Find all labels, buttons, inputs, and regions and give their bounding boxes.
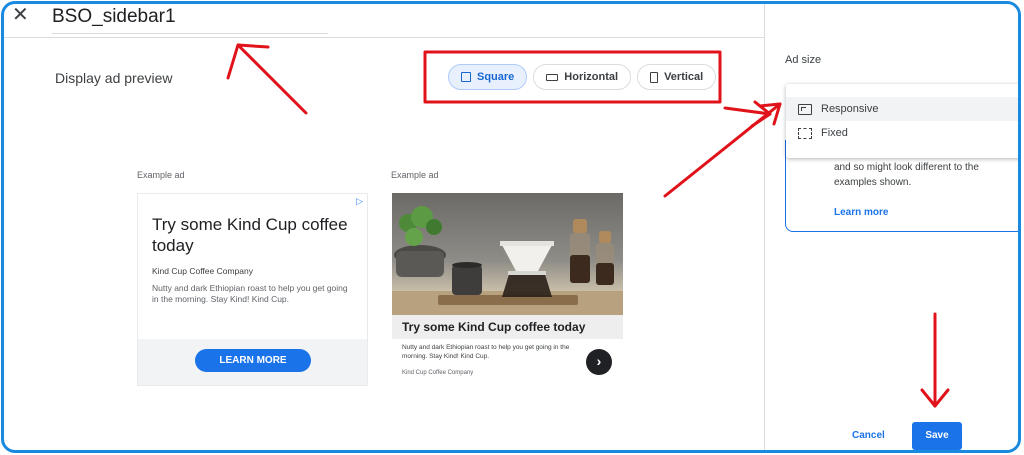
example-ad-label: Example ad <box>391 170 439 180</box>
chip-label: Square <box>477 71 515 83</box>
chip-horizontal[interactable]: Horizontal <box>533 64 632 90</box>
header-divider <box>4 37 764 38</box>
chip-label: Horizontal <box>564 71 619 83</box>
panel-heading: Ad size <box>785 54 822 66</box>
close-icon[interactable]: ✕ <box>12 4 29 26</box>
cancel-button[interactable]: Cancel <box>852 430 885 441</box>
app-window: ✕ BSO_sidebar1 Display ad preview Square… <box>1 1 1021 453</box>
ad-name-field[interactable]: BSO_sidebar1 <box>52 6 328 34</box>
menu-item-label: Responsive <box>821 103 879 115</box>
ad-size-panel: Ad size and so might look different to t… <box>764 4 1018 450</box>
learn-more-link[interactable]: Learn more <box>834 207 888 218</box>
example-ad-text: ▷ Try some Kind Cup coffee today Kind Cu… <box>137 193 368 386</box>
ad-company: Kind Cup Coffee Company <box>402 370 474 376</box>
example-ad-label: Example ad <box>137 170 185 180</box>
chip-label: Vertical <box>664 71 704 83</box>
fixed-icon <box>798 127 812 139</box>
menu-item-responsive[interactable]: Responsive <box>786 97 1018 121</box>
responsive-icon <box>798 103 812 115</box>
ad-company: Kind Cup Coffee Company <box>152 266 253 276</box>
horizontal-rect-icon <box>546 73 559 81</box>
coffee-photo <box>392 193 623 315</box>
chip-square[interactable]: Square <box>448 64 528 90</box>
menu-item-fixed[interactable]: Fixed <box>786 121 1018 145</box>
next-arrow-button[interactable]: › <box>586 349 612 375</box>
ad-description: Nutty and dark Ethiopian roast to help y… <box>152 283 348 304</box>
square-icon <box>461 72 471 82</box>
ad-cta-area: LEARN MORE <box>138 339 367 385</box>
ad-headline: Try some Kind Cup coffee today <box>152 215 348 255</box>
example-ad-image: Try some Kind Cup coffee today Nutty and… <box>392 193 623 386</box>
ad-description: Nutty and dark Ethiopian roast to help y… <box>402 344 570 360</box>
info-text: and so might look different to the examp… <box>834 162 979 188</box>
ad-headline: Try some Kind Cup coffee today <box>392 315 623 339</box>
save-button[interactable]: Save <box>912 422 962 450</box>
learn-more-cta-button[interactable]: LEARN MORE <box>195 349 311 372</box>
coffee-scene-image <box>392 206 623 315</box>
adchoices-icon[interactable]: ▷ <box>356 196 363 207</box>
ad-size-dropdown-menu: Responsive Fixed <box>786 84 1018 158</box>
menu-item-label: Fixed <box>821 127 848 139</box>
page-title: Display ad preview <box>55 70 173 86</box>
format-chip-group: Square Horizontal Vertical <box>448 64 717 90</box>
chip-vertical[interactable]: Vertical <box>637 64 717 90</box>
vertical-rect-icon <box>650 71 659 83</box>
